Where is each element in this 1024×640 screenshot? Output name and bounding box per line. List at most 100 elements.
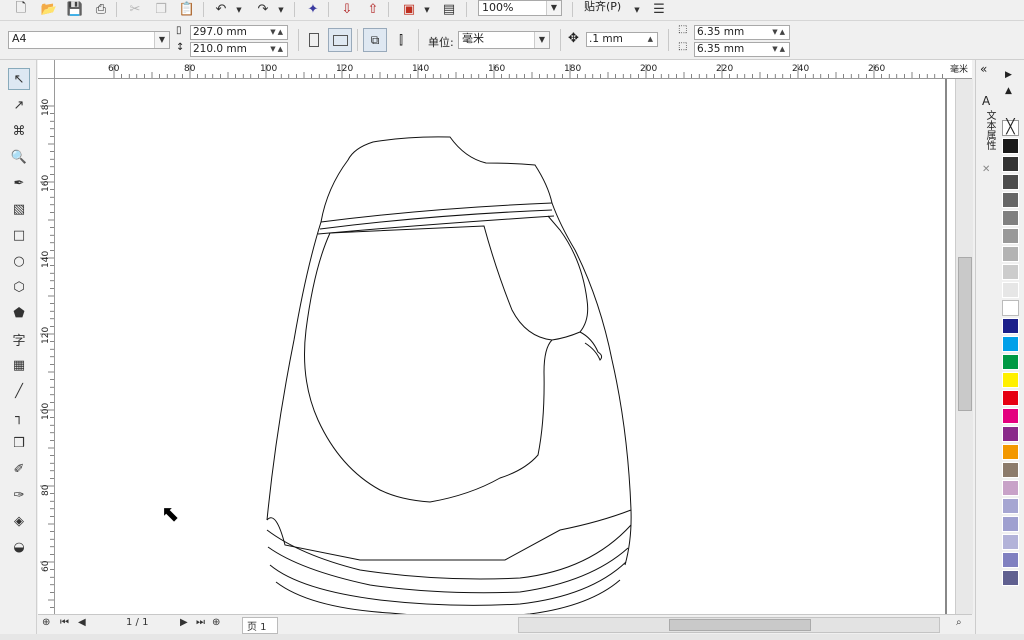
kettle-drawing[interactable] [55,79,955,614]
page-height-input[interactable]: 210.0 mm ▼▲ [190,42,288,57]
table-tool-icon[interactable]: ▦ [8,354,30,376]
no-color-swatch[interactable]: ╳ [1002,120,1019,136]
drop-shadow-tool-icon[interactable]: ❒ [8,432,30,454]
palette-swatch[interactable] [1002,480,1019,496]
palette-swatch[interactable] [1002,462,1019,478]
import-icon[interactable]: ⇩ [338,1,356,18]
horizontal-scrollbar[interactable] [518,617,940,633]
palette-swatch[interactable] [1002,390,1019,406]
zoom-navigator-icon[interactable]: ⌕ [956,617,962,628]
palette-swatch[interactable] [1002,570,1019,586]
undo-icon[interactable]: ↶ [212,1,230,18]
palette-swatch[interactable] [1002,228,1019,244]
shape-tool-icon[interactable]: ↗ [8,94,30,116]
welcome-screen-icon[interactable]: ▤ [440,1,458,18]
palette-swatch[interactable] [1002,264,1019,280]
all-pages-button[interactable]: ⧉ [363,28,387,52]
palette-scroll-up-icon[interactable]: ▶ [1005,70,1012,80]
new-document-icon[interactable]: 🗋 [12,1,30,18]
export-icon[interactable]: ⇧ [364,1,382,18]
add-page-before-icon[interactable]: ⊕ [42,617,50,628]
duplicate-distance-x-input[interactable]: 6.35 mm ▼▲ [694,25,790,40]
undo-dropdown-icon[interactable]: ▼ [234,1,244,18]
collapse-docker-icon[interactable]: « [980,62,987,76]
palette-swatch[interactable] [1002,246,1019,262]
palette-swatch[interactable] [1002,516,1019,532]
text-tool-icon[interactable]: 字 [8,328,30,350]
cut-icon[interactable]: ✂ [126,1,144,18]
palette-swatch[interactable] [1002,210,1019,226]
text-properties-tab[interactable]: 文本属性 [983,110,995,150]
open-folder-icon[interactable]: 📂 [40,1,58,18]
drawing-canvas[interactable]: ⬉ [55,79,955,614]
ellipse-tool-icon[interactable]: ○ [8,250,30,272]
palette-swatch[interactable] [1002,336,1019,352]
palette-swatch[interactable] [1002,282,1019,298]
page-size-select[interactable]: A4 ▼ [8,31,170,49]
palette-swatch[interactable] [1002,498,1019,514]
polygon-tool-icon[interactable]: ⬡ [8,276,30,298]
redo-dropdown-icon[interactable]: ▼ [276,1,286,18]
previous-page-icon[interactable]: ◀ [78,617,86,628]
duplicate-distance-y-input[interactable]: 6.35 mm ▼▲ [694,42,790,57]
options-icon[interactable]: ☰ [650,1,668,18]
palette-swatch[interactable] [1002,318,1019,334]
palette-swatch[interactable] [1002,444,1019,460]
launcher-dropdown-icon[interactable]: ▼ [422,1,432,18]
pick-tool-icon[interactable]: ↖ [8,68,30,90]
fill-tool-icon[interactable]: ◈ [8,510,30,532]
connector-tool-icon[interactable]: ┐ [8,406,30,428]
vertical-scrollbar[interactable] [955,79,973,614]
smart-fill-tool-icon[interactable]: ▧ [8,198,30,220]
landscape-button[interactable] [328,28,352,52]
freehand-tool-icon[interactable]: ✒ [8,172,30,194]
palette-swatch[interactable] [1002,156,1019,172]
basic-shapes-tool-icon[interactable]: ⬟ [8,302,30,324]
palette-swatch[interactable] [1002,138,1019,154]
units-select[interactable]: 毫米 ▼ [458,31,550,49]
palette-swatch[interactable] [1002,408,1019,424]
horizontal-ruler[interactable]: 60 80 100 120 140 160 180 200 220 240 260 毫米 [38,60,972,79]
page-tab[interactable]: 页 1 [242,617,278,634]
paste-icon[interactable]: 📋 [178,1,196,18]
rectangle-tool-icon[interactable]: □ [8,224,30,246]
palette-swatch[interactable] [1002,372,1019,388]
dimension-tool-icon[interactable]: ╱ [8,380,30,402]
palette-swatch[interactable] [1002,426,1019,442]
palette-flyout-icon[interactable]: ▲ [1005,86,1012,96]
current-page-button[interactable]: ⫿ [389,28,413,52]
search-content-icon[interactable]: ✦ [304,1,322,18]
copy-icon[interactable]: ❐ [152,1,170,18]
horizontal-scroll-thumb[interactable] [669,619,811,631]
application-launcher-icon[interactable]: ▣ [400,1,418,18]
ruler-origin[interactable] [38,60,55,79]
text-properties-icon[interactable]: A [982,94,990,108]
add-page-after-icon[interactable]: ⊕ [212,617,220,628]
snap-to-button[interactable]: 贴齐(P) [584,0,621,16]
palette-swatch[interactable] [1002,174,1019,190]
next-page-icon[interactable]: ▶ [180,617,188,628]
zoom-level-select[interactable]: 100% ▼ [478,0,562,16]
portrait-button[interactable] [302,28,326,52]
palette-swatch[interactable] [1002,534,1019,550]
zoom-tool-icon[interactable]: 🔍 [8,146,30,168]
palette-swatch[interactable] [1002,192,1019,208]
page-width-input[interactable]: 297.0 mm ▼▲ [190,25,288,40]
interactive-fill-tool-icon[interactable]: ◒ [8,536,30,558]
palette-swatch[interactable] [1002,300,1019,316]
print-icon[interactable]: ⎙ [92,1,110,18]
crop-tool-icon[interactable]: ⌘ [8,120,30,142]
palette-swatch[interactable] [1002,354,1019,370]
last-page-icon[interactable]: ⏭ [196,617,205,628]
redo-icon[interactable]: ↷ [254,1,272,18]
palette-swatch[interactable] [1002,552,1019,568]
vertical-scroll-thumb[interactable] [958,257,972,411]
outline-pen-tool-icon[interactable]: ✑ [8,484,30,506]
close-docker-icon[interactable]: ✕ [982,164,990,175]
eyedropper-tool-icon[interactable]: ✐ [8,458,30,480]
snap-dropdown-icon[interactable]: ▼ [632,1,642,18]
first-page-icon[interactable]: ⏮ [60,617,69,628]
nudge-distance-input[interactable]: .1 mm ▲ [586,32,658,47]
vertical-ruler[interactable]: 180 160 140 120 100 80 60 [38,78,55,614]
save-icon[interactable]: 💾 [66,1,84,18]
